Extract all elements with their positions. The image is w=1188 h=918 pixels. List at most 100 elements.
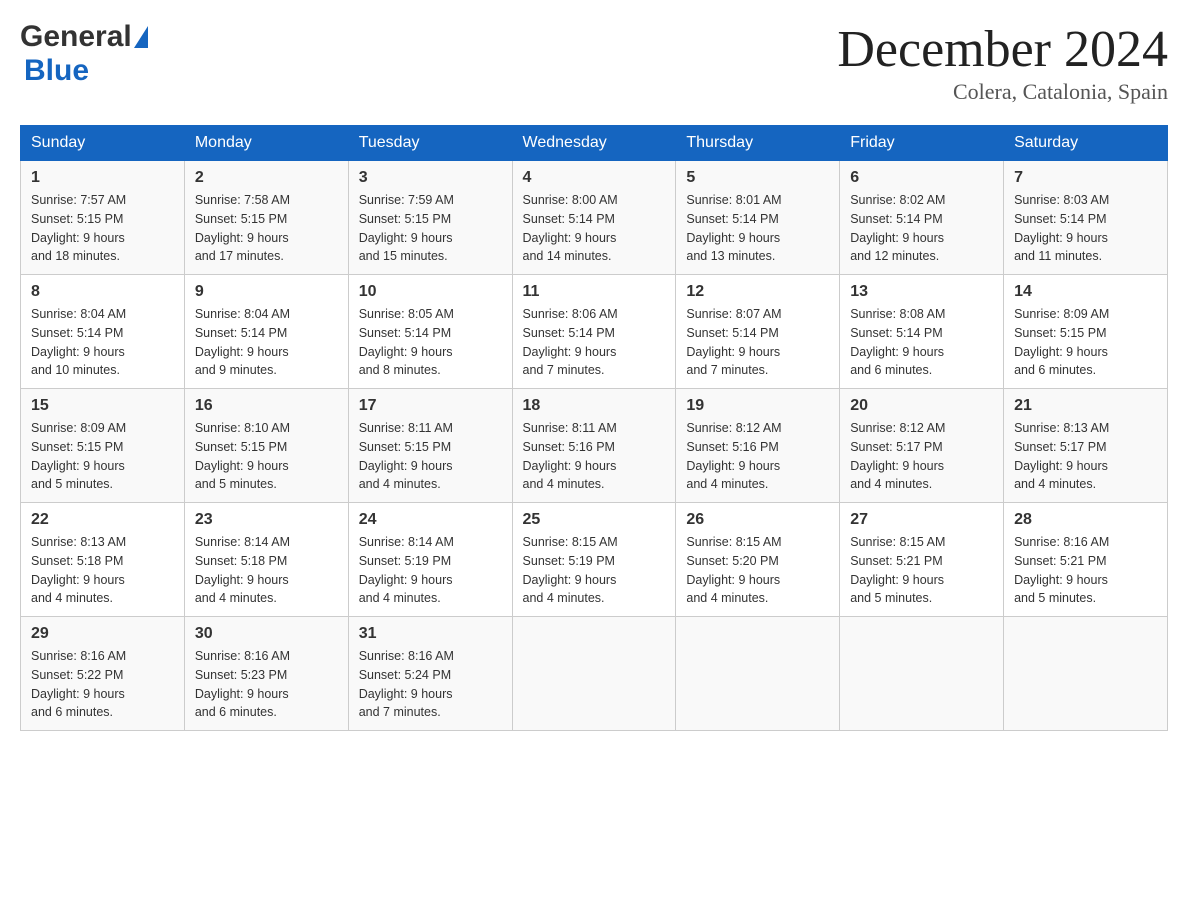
logo: General Blue [20,20,148,88]
page-header: General Blue December 2024 Colera, Catal… [20,20,1168,105]
day-cell-12: 12 Sunrise: 8:07 AM Sunset: 5:14 PM Dayl… [676,275,840,389]
day-number: 26 [686,511,829,529]
day-number: 25 [523,511,666,529]
day-number: 27 [850,511,993,529]
location-subtitle: Colera, Catalonia, Spain [837,79,1168,105]
calendar-table: SundayMondayTuesdayWednesdayThursdayFrid… [20,125,1168,731]
day-cell-16: 16 Sunrise: 8:10 AM Sunset: 5:15 PM Dayl… [184,389,348,503]
day-number: 1 [31,169,174,187]
day-info: Sunrise: 8:07 AM Sunset: 5:14 PM Dayligh… [686,305,829,380]
day-number: 8 [31,283,174,301]
day-number: 24 [359,511,502,529]
day-info: Sunrise: 8:03 AM Sunset: 5:14 PM Dayligh… [1014,191,1157,266]
day-number: 14 [1014,283,1157,301]
day-info: Sunrise: 8:14 AM Sunset: 5:18 PM Dayligh… [195,533,338,608]
day-cell-1: 1 Sunrise: 7:57 AM Sunset: 5:15 PM Dayli… [21,161,185,275]
day-cell-17: 17 Sunrise: 8:11 AM Sunset: 5:15 PM Dayl… [348,389,512,503]
day-cell-3: 3 Sunrise: 7:59 AM Sunset: 5:15 PM Dayli… [348,161,512,275]
day-info: Sunrise: 8:02 AM Sunset: 5:14 PM Dayligh… [850,191,993,266]
day-info: Sunrise: 8:13 AM Sunset: 5:17 PM Dayligh… [1014,419,1157,494]
day-cell-14: 14 Sunrise: 8:09 AM Sunset: 5:15 PM Dayl… [1004,275,1168,389]
day-number: 12 [686,283,829,301]
empty-cell-4-4 [676,617,840,731]
day-info: Sunrise: 8:11 AM Sunset: 5:16 PM Dayligh… [523,419,666,494]
day-cell-5: 5 Sunrise: 8:01 AM Sunset: 5:14 PM Dayli… [676,161,840,275]
week-row-1: 1 Sunrise: 7:57 AM Sunset: 5:15 PM Dayli… [21,161,1168,275]
day-cell-19: 19 Sunrise: 8:12 AM Sunset: 5:16 PM Dayl… [676,389,840,503]
day-number: 2 [195,169,338,187]
header-sunday: Sunday [21,126,185,161]
logo-general-text: General [20,20,132,54]
week-row-5: 29 Sunrise: 8:16 AM Sunset: 5:22 PM Dayl… [21,617,1168,731]
week-row-3: 15 Sunrise: 8:09 AM Sunset: 5:15 PM Dayl… [21,389,1168,503]
day-number: 31 [359,625,502,643]
day-cell-22: 22 Sunrise: 8:13 AM Sunset: 5:18 PM Dayl… [21,503,185,617]
day-info: Sunrise: 8:08 AM Sunset: 5:14 PM Dayligh… [850,305,993,380]
day-info: Sunrise: 7:58 AM Sunset: 5:15 PM Dayligh… [195,191,338,266]
week-row-2: 8 Sunrise: 8:04 AM Sunset: 5:14 PM Dayli… [21,275,1168,389]
day-info: Sunrise: 8:16 AM Sunset: 5:24 PM Dayligh… [359,647,502,722]
day-info: Sunrise: 8:15 AM Sunset: 5:21 PM Dayligh… [850,533,993,608]
header-tuesday: Tuesday [348,126,512,161]
day-info: Sunrise: 8:04 AM Sunset: 5:14 PM Dayligh… [195,305,338,380]
day-number: 13 [850,283,993,301]
day-info: Sunrise: 8:00 AM Sunset: 5:14 PM Dayligh… [523,191,666,266]
day-cell-30: 30 Sunrise: 8:16 AM Sunset: 5:23 PM Dayl… [184,617,348,731]
day-info: Sunrise: 8:15 AM Sunset: 5:19 PM Dayligh… [523,533,666,608]
day-number: 6 [850,169,993,187]
day-number: 18 [523,397,666,415]
day-cell-8: 8 Sunrise: 8:04 AM Sunset: 5:14 PM Dayli… [21,275,185,389]
day-cell-31: 31 Sunrise: 8:16 AM Sunset: 5:24 PM Dayl… [348,617,512,731]
month-year-title: December 2024 [837,20,1168,79]
day-number: 5 [686,169,829,187]
logo-triangle-icon [134,26,148,48]
day-info: Sunrise: 8:10 AM Sunset: 5:15 PM Dayligh… [195,419,338,494]
day-cell-4: 4 Sunrise: 8:00 AM Sunset: 5:14 PM Dayli… [512,161,676,275]
day-number: 3 [359,169,502,187]
day-info: Sunrise: 8:13 AM Sunset: 5:18 PM Dayligh… [31,533,174,608]
day-cell-9: 9 Sunrise: 8:04 AM Sunset: 5:14 PM Dayli… [184,275,348,389]
day-info: Sunrise: 8:14 AM Sunset: 5:19 PM Dayligh… [359,533,502,608]
day-number: 30 [195,625,338,643]
day-cell-29: 29 Sunrise: 8:16 AM Sunset: 5:22 PM Dayl… [21,617,185,731]
day-number: 28 [1014,511,1157,529]
day-number: 23 [195,511,338,529]
day-info: Sunrise: 8:15 AM Sunset: 5:20 PM Dayligh… [686,533,829,608]
day-number: 10 [359,283,502,301]
day-number: 15 [31,397,174,415]
header-friday: Friday [840,126,1004,161]
week-row-4: 22 Sunrise: 8:13 AM Sunset: 5:18 PM Dayl… [21,503,1168,617]
day-cell-10: 10 Sunrise: 8:05 AM Sunset: 5:14 PM Dayl… [348,275,512,389]
day-info: Sunrise: 8:16 AM Sunset: 5:22 PM Dayligh… [31,647,174,722]
day-number: 17 [359,397,502,415]
day-number: 9 [195,283,338,301]
day-number: 7 [1014,169,1157,187]
header-monday: Monday [184,126,348,161]
day-info: Sunrise: 8:11 AM Sunset: 5:15 PM Dayligh… [359,419,502,494]
day-number: 19 [686,397,829,415]
day-cell-21: 21 Sunrise: 8:13 AM Sunset: 5:17 PM Dayl… [1004,389,1168,503]
day-cell-24: 24 Sunrise: 8:14 AM Sunset: 5:19 PM Dayl… [348,503,512,617]
logo-blue-text: Blue [24,54,148,88]
day-number: 22 [31,511,174,529]
header-saturday: Saturday [1004,126,1168,161]
day-cell-6: 6 Sunrise: 8:02 AM Sunset: 5:14 PM Dayli… [840,161,1004,275]
day-info: Sunrise: 8:01 AM Sunset: 5:14 PM Dayligh… [686,191,829,266]
day-cell-27: 27 Sunrise: 8:15 AM Sunset: 5:21 PM Dayl… [840,503,1004,617]
day-cell-13: 13 Sunrise: 8:08 AM Sunset: 5:14 PM Dayl… [840,275,1004,389]
day-number: 16 [195,397,338,415]
day-cell-23: 23 Sunrise: 8:14 AM Sunset: 5:18 PM Dayl… [184,503,348,617]
day-number: 29 [31,625,174,643]
day-cell-26: 26 Sunrise: 8:15 AM Sunset: 5:20 PM Dayl… [676,503,840,617]
day-number: 21 [1014,397,1157,415]
empty-cell-4-5 [840,617,1004,731]
day-info: Sunrise: 8:09 AM Sunset: 5:15 PM Dayligh… [1014,305,1157,380]
title-section: December 2024 Colera, Catalonia, Spain [837,20,1168,105]
day-cell-28: 28 Sunrise: 8:16 AM Sunset: 5:21 PM Dayl… [1004,503,1168,617]
day-cell-11: 11 Sunrise: 8:06 AM Sunset: 5:14 PM Dayl… [512,275,676,389]
day-number: 4 [523,169,666,187]
day-info: Sunrise: 8:16 AM Sunset: 5:23 PM Dayligh… [195,647,338,722]
day-number: 11 [523,283,666,301]
day-info: Sunrise: 8:06 AM Sunset: 5:14 PM Dayligh… [523,305,666,380]
day-cell-25: 25 Sunrise: 8:15 AM Sunset: 5:19 PM Dayl… [512,503,676,617]
